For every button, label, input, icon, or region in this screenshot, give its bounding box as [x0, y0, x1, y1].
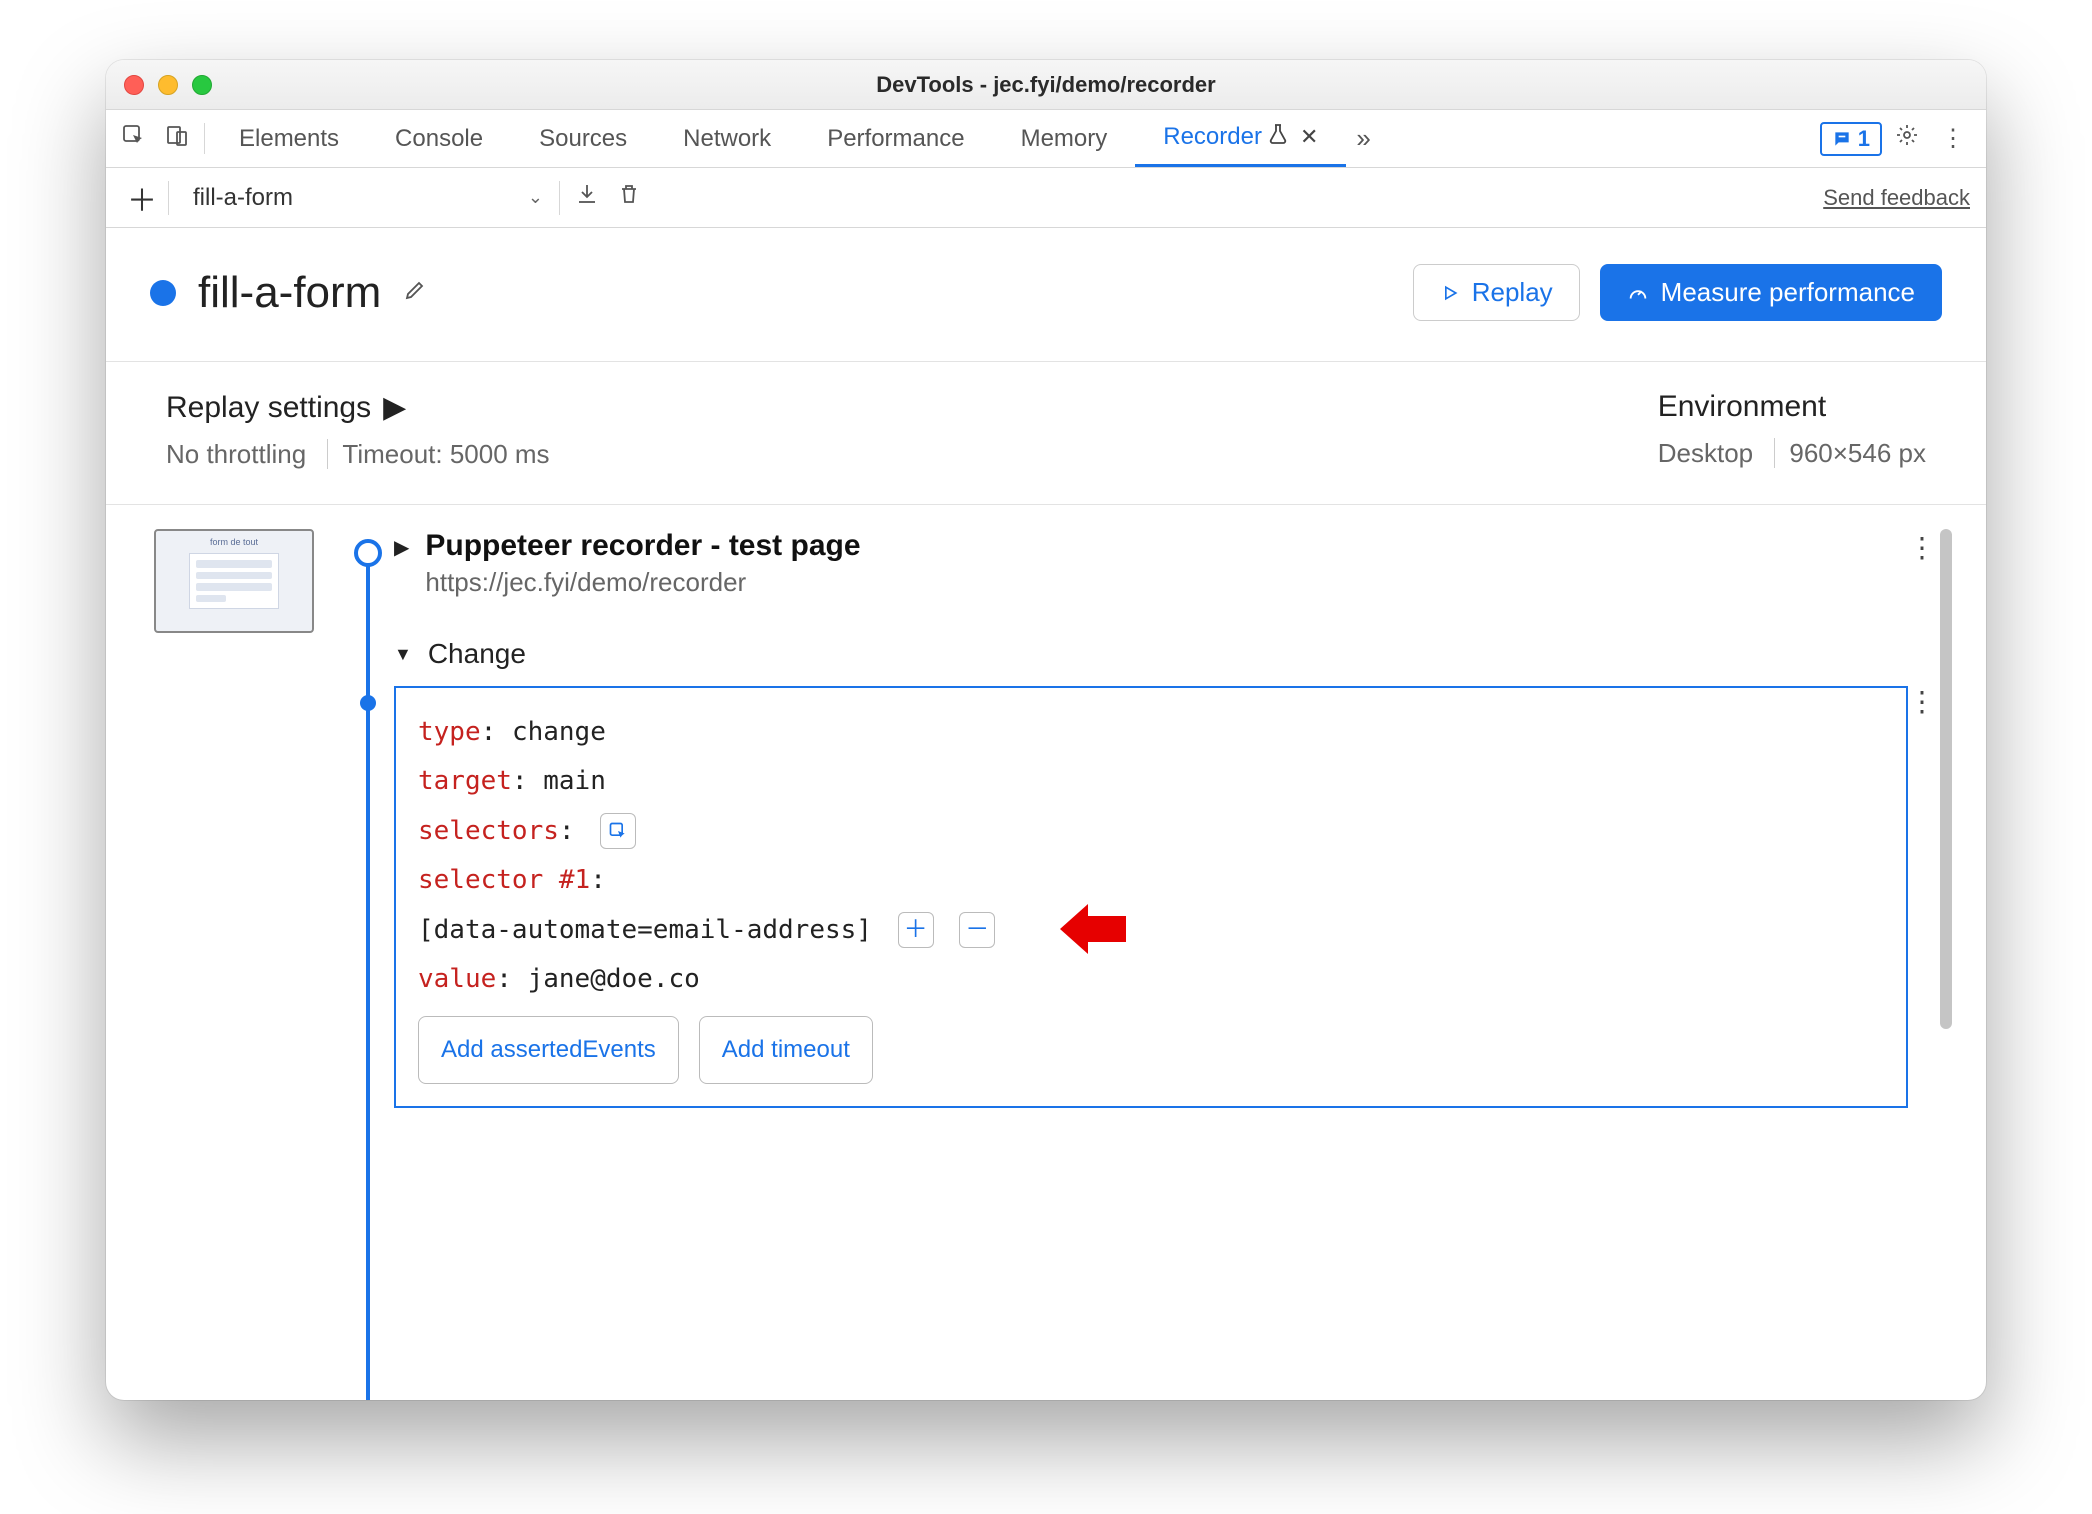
timeline: [344, 529, 394, 1400]
kebab-menu-icon[interactable]: ⋮: [1938, 124, 1968, 153]
change-step-header[interactable]: ▼ Change: [394, 638, 1908, 670]
new-recording-button[interactable]: ＋: [122, 176, 162, 220]
recorder-toolbar: ＋ fill-a-form ⌄ Send feedback: [106, 168, 1986, 228]
step-menu-icon[interactable]: ⋮: [1908, 685, 1936, 718]
inspect-element-icon[interactable]: [118, 123, 148, 154]
send-feedback-link[interactable]: Send feedback: [1823, 185, 1970, 211]
throttling-value: No throttling: [166, 439, 306, 469]
close-tab-icon[interactable]: ✕: [1300, 124, 1318, 150]
replay-button[interactable]: Replay: [1413, 264, 1580, 321]
scrollbar-thumb[interactable]: [1940, 529, 1952, 1029]
recording-status-dot: [150, 280, 176, 306]
chevron-right-icon: ▶: [394, 535, 409, 560]
device-toggle-icon[interactable]: [162, 123, 192, 154]
device-value: Desktop: [1658, 438, 1753, 468]
tab-recorder-label: Recorder: [1163, 123, 1262, 151]
recording-title: fill-a-form: [198, 268, 381, 318]
replay-button-label: Replay: [1472, 277, 1553, 308]
settings-strip: Replay settings ▶ No throttling Timeout:…: [106, 362, 1986, 505]
export-icon[interactable]: [566, 182, 608, 213]
chevron-down-icon: ⌄: [528, 187, 543, 208]
devtools-tabstrip: Elements Console Sources Network Perform…: [106, 110, 1986, 168]
type-key: type: [418, 717, 481, 747]
tab-performance[interactable]: Performance: [799, 110, 992, 167]
experiment-icon: [1266, 122, 1290, 152]
change-step-panel: type: change target: main selectors: sel…: [394, 686, 1908, 1108]
step-menu-icon[interactable]: ⋮: [1908, 531, 1936, 564]
window-title: DevTools - jec.fyi/demo/recorder: [106, 72, 1986, 98]
initial-step-title: Puppeteer recorder - test page: [425, 529, 860, 563]
add-asserted-events-button[interactable]: Add assertedEvents: [418, 1016, 679, 1084]
selector-index-label: selector #1: [418, 865, 590, 895]
devtools-window: DevTools - jec.fyi/demo/recorder Element…: [106, 60, 1986, 1400]
tab-recorder[interactable]: Recorder ✕: [1135, 110, 1346, 167]
titlebar: DevTools - jec.fyi/demo/recorder: [106, 60, 1986, 110]
message-icon: [1832, 129, 1852, 149]
remove-selector-button[interactable]: －: [959, 912, 995, 948]
target-value[interactable]: main: [543, 766, 606, 796]
scrollbar[interactable]: [1936, 529, 1956, 1400]
tab-memory[interactable]: Memory: [993, 110, 1136, 167]
timeline-start-node: [354, 539, 382, 567]
tab-console[interactable]: Console: [367, 110, 511, 167]
value-value[interactable]: jane@doe.co: [528, 964, 700, 994]
recording-dropdown[interactable]: fill-a-form ⌄: [183, 180, 553, 216]
value-key: value: [418, 964, 496, 994]
delete-icon[interactable]: [608, 182, 650, 213]
gauge-icon: [1627, 282, 1649, 304]
selector-value[interactable]: [data-automate=email-address]: [418, 915, 872, 945]
timeline-step-node: [360, 695, 376, 711]
tab-sources[interactable]: Sources: [511, 110, 655, 167]
replay-settings-heading[interactable]: Replay settings ▶: [166, 390, 550, 425]
more-tabs-icon[interactable]: »: [1346, 123, 1376, 154]
play-icon: [1440, 283, 1460, 303]
issues-badge[interactable]: 1: [1820, 122, 1882, 156]
measure-performance-label: Measure performance: [1661, 277, 1915, 308]
change-step-label: Change: [428, 638, 526, 670]
divider: [168, 181, 169, 215]
chevron-down-icon: ▼: [394, 644, 412, 665]
recording-dropdown-value: fill-a-form: [193, 184, 293, 212]
steps-area: form de tout ⋮ ▶ Puppeteer recorder - te…: [106, 505, 1986, 1400]
add-selector-button[interactable]: ＋: [898, 912, 934, 948]
timeout-value: Timeout: 5000 ms: [342, 439, 549, 469]
selectors-key: selectors: [418, 816, 559, 846]
recording-header: fill-a-form Replay Measure performance: [106, 228, 1986, 362]
edit-title-icon[interactable]: [403, 277, 427, 309]
measure-performance-button[interactable]: Measure performance: [1600, 264, 1942, 321]
annotation-arrow: [1058, 904, 1128, 954]
target-key: target: [418, 766, 512, 796]
page-thumbnail[interactable]: form de tout: [154, 529, 314, 633]
tab-elements[interactable]: Elements: [211, 110, 367, 167]
initial-step[interactable]: ▶ Puppeteer recorder - test page https:/…: [394, 529, 1908, 598]
viewport-value: 960×546 px: [1789, 438, 1926, 468]
settings-icon[interactable]: [1892, 123, 1922, 154]
divider: [559, 181, 560, 215]
environment-heading: Environment: [1658, 390, 1926, 424]
issues-count: 1: [1858, 126, 1870, 152]
element-picker-button[interactable]: [600, 813, 636, 849]
type-value[interactable]: change: [512, 717, 606, 747]
initial-step-url: https://jec.fyi/demo/recorder: [425, 567, 860, 598]
chevron-right-icon: ▶: [383, 390, 406, 425]
tab-network[interactable]: Network: [655, 110, 799, 167]
add-timeout-button[interactable]: Add timeout: [699, 1016, 873, 1084]
